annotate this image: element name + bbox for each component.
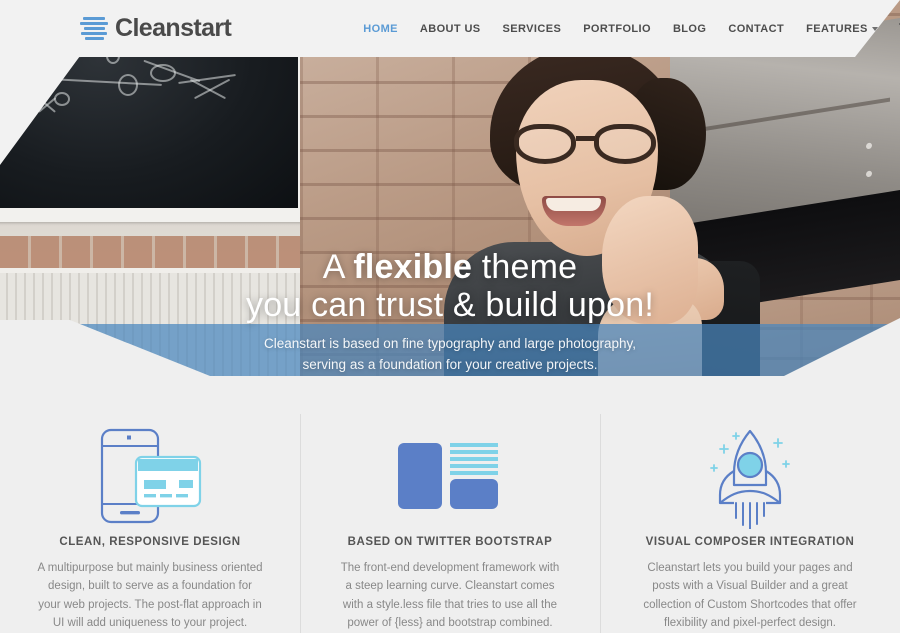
page-root: Tess is my bae! stc-14 xyxy=(0,0,900,633)
feature-body: Cleanstart lets you build your pages and… xyxy=(643,561,857,630)
feature-column-responsive-design: CLEAN, RESPONSIVE DESIGN A multipurpose … xyxy=(0,400,300,633)
nav-item-contact[interactable]: CONTACT xyxy=(717,17,795,41)
hero-headline-emphasis: flexible xyxy=(353,248,473,286)
feature-column-twitter-bootstrap: BASED ON TWITTER BOOTSTRAP The front-end… xyxy=(300,400,600,633)
stacked-lines-logo-icon xyxy=(80,16,108,42)
nav-item-blog[interactable]: BLOG xyxy=(662,17,717,41)
hero-headline-suffix: theme xyxy=(472,248,578,286)
nav-item-features[interactable]: FEATURES xyxy=(795,17,889,41)
nav-item-services[interactable]: SERVICES xyxy=(492,17,573,41)
hero-section: Tess is my bae! stc-14 xyxy=(0,0,900,390)
hero-headline: A flexible theme you can trust & build u… xyxy=(0,248,900,324)
site-header: Cleanstart HOME ABOUT US SERVICES PORTFO… xyxy=(0,0,900,57)
brand-logo[interactable]: Cleanstart xyxy=(80,14,232,43)
feature-title: CLEAN, RESPONSIVE DESIGN xyxy=(59,535,241,548)
nav-item-portfolio[interactable]: PORTFOLIO xyxy=(572,17,662,41)
hero-headline-line2: you can trust & build upon! xyxy=(246,286,654,325)
eyeglasses xyxy=(514,124,664,164)
nav-item-home[interactable]: HOME xyxy=(352,17,409,41)
feature-body: The front-end development framework with… xyxy=(340,561,560,630)
hero-mask-bottom xyxy=(0,376,900,400)
nav-item-features-label: FEATURES xyxy=(806,22,868,35)
nav-item-shop[interactable]: SHOP NEW! xyxy=(889,16,900,42)
feature-column-visual-composer: VISUAL COMPOSER INTEGRATION Cleanstart l… xyxy=(600,400,900,633)
features-section: CLEAN, RESPONSIVE DESIGN A multipurpose … xyxy=(0,400,900,633)
feature-title: BASED ON TWITTER BOOTSTRAP xyxy=(347,535,553,548)
hero-headline-line1: A flexible theme xyxy=(0,248,900,286)
feature-title: VISUAL COMPOSER INTEGRATION xyxy=(645,535,855,548)
mobile-phone-credit-card-icon xyxy=(94,422,206,530)
main-navigation: HOME ABOUT US SERVICES PORTFOLIO BLOG CO… xyxy=(352,16,900,42)
chevron-down-icon xyxy=(871,26,878,31)
brand-name: Cleanstart xyxy=(115,14,232,42)
rocket-icon xyxy=(696,422,804,530)
feature-body: A multipurpose but mainly business orien… xyxy=(37,561,263,630)
hero-headline-prefix: A xyxy=(322,248,354,286)
nav-item-about-us[interactable]: ABOUT US xyxy=(409,17,492,41)
bootstrap-layout-blocks-icon xyxy=(398,422,502,530)
